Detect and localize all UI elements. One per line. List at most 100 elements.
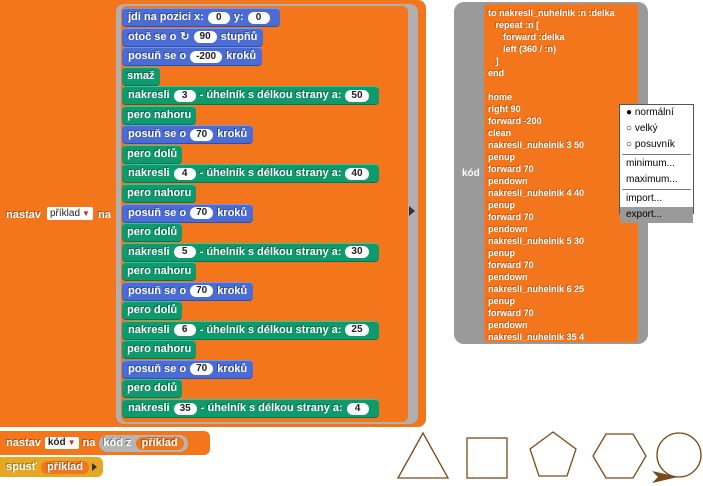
number-slot[interactable]: 50 xyxy=(345,89,369,102)
hexagon-shape xyxy=(592,433,647,479)
motion-block[interactable]: posuň se o 70 kroků xyxy=(122,359,254,379)
number-slot[interactable]: 0 xyxy=(207,11,230,24)
block-label: otoč se o xyxy=(128,30,177,43)
number-slot[interactable]: 3 xyxy=(173,89,196,102)
number-slot[interactable]: 0 xyxy=(247,11,270,24)
block-label: - úhelník s délkou strany a: xyxy=(199,323,342,336)
circle-shape xyxy=(656,432,702,478)
code-of-label: kód z xyxy=(103,436,132,449)
block-label: - úhelník s délkou strany a: xyxy=(199,89,342,102)
motion-block[interactable]: posuň se o -200 kroků xyxy=(122,47,263,67)
motion-block[interactable]: posuň se o 70 kroků xyxy=(122,203,254,223)
menu-item-large[interactable]: ○ velký xyxy=(620,121,693,137)
number-slot[interactable]: 35 xyxy=(173,402,197,415)
pen-block[interactable]: smaž xyxy=(122,66,160,86)
code-panel-label: kód xyxy=(462,168,480,179)
run-label: spusť xyxy=(6,460,37,473)
menu-separator xyxy=(622,154,691,155)
block-label: pero dolů xyxy=(127,304,178,317)
code-of-var[interactable]: příklad xyxy=(135,436,184,450)
block-label: nakresli xyxy=(128,402,170,414)
block-label: posuň se o xyxy=(128,206,187,219)
menu-item-import[interactable]: import... xyxy=(620,191,693,207)
number-slot[interactable]: -200 xyxy=(190,50,223,63)
block-label: pero nahoru xyxy=(127,265,192,278)
run-var[interactable]: příklad xyxy=(40,460,90,474)
block-label: pero nahoru xyxy=(127,343,192,356)
code-var-name: kód xyxy=(47,437,66,448)
block-label: kroků xyxy=(217,362,248,375)
stage-drawing xyxy=(396,431,702,483)
run-block[interactable]: spusť příklad xyxy=(0,457,103,477)
set-code-to-label: na xyxy=(82,436,96,449)
square-shape xyxy=(466,437,508,479)
menu-item-export[interactable]: export... xyxy=(620,207,693,223)
context-menu: ● normální ○ velký ○ posuvník minimum...… xyxy=(619,104,694,223)
block-label: kroků xyxy=(217,284,248,297)
set-example-label: nastav xyxy=(6,209,41,221)
dropdown-arrow-icon: ▼ xyxy=(82,209,90,218)
code-of-reporter[interactable]: kód z příklad xyxy=(99,434,188,452)
block-label: - úhelník s délkou strany a: xyxy=(200,402,343,414)
block-label: pero dolů xyxy=(127,382,178,395)
menu-item-minimum[interactable]: minimum... xyxy=(620,156,693,172)
number-slot[interactable]: 70 xyxy=(190,363,214,376)
dropdown-arrow-icon: ▼ xyxy=(67,438,76,447)
block-label: y: xyxy=(233,11,244,23)
pen-block[interactable]: nakresli 3- úhelník s délkou strany a: 50 xyxy=(122,86,379,106)
pen-block[interactable]: nakresli 35- úhelník s délkou strany a: 4 xyxy=(122,399,379,418)
block-label: nakresli xyxy=(128,323,170,336)
number-slot[interactable]: 90 xyxy=(193,31,217,44)
run-arrow-icon xyxy=(92,463,98,471)
number-slot[interactable]: 70 xyxy=(190,128,214,141)
block-label: stupňů xyxy=(220,30,258,43)
pen-block[interactable]: pero dolů xyxy=(122,379,183,399)
block-label: - úhelník s délkou strany a: xyxy=(199,245,342,258)
pen-block[interactable]: pero nahoru xyxy=(122,105,197,125)
block-label: - úhelník s délkou strany a: xyxy=(199,167,342,180)
number-slot[interactable]: 40 xyxy=(345,167,369,180)
block-label: nakresli xyxy=(128,245,170,258)
block-label: smaž xyxy=(127,69,155,82)
pen-block[interactable]: pero dolů xyxy=(122,223,183,243)
pentagon-shape xyxy=(529,431,577,477)
variable-dropdown[interactable]: příklad ▼ xyxy=(47,207,93,220)
number-slot[interactable]: 4 xyxy=(173,167,196,180)
block-label: posuň se o xyxy=(128,128,187,141)
menu-item-maximum[interactable]: maximum... xyxy=(620,172,693,188)
pen-block[interactable]: pero dolů xyxy=(122,144,183,164)
pen-block[interactable]: pero dolů xyxy=(122,301,183,321)
set-code-label: nastav xyxy=(6,436,41,449)
menu-item-normal[interactable]: ● normální xyxy=(620,105,693,121)
pen-block[interactable]: pero nahoru xyxy=(122,262,197,282)
block-label: pero nahoru xyxy=(127,186,192,199)
number-slot[interactable]: 5 xyxy=(173,246,196,259)
block-label: nakresli xyxy=(128,167,170,180)
menu-item-slider[interactable]: ○ posuvník xyxy=(620,137,693,153)
code-var-dropdown[interactable]: kód ▼ xyxy=(44,437,79,449)
number-slot[interactable]: 70 xyxy=(190,285,214,298)
pen-block[interactable]: nakresli 6- úhelník s délkou strany a: 25 xyxy=(122,320,379,340)
pen-block[interactable]: nakresli 4- úhelník s délkou strany a: 40 xyxy=(122,164,379,184)
pen-block[interactable]: nakresli 5- úhelník s délkou strany a: 30 xyxy=(122,242,379,262)
pen-block[interactable]: pero nahoru xyxy=(122,183,197,203)
expand-arrow-icon[interactable] xyxy=(409,206,415,216)
number-slot[interactable]: 6 xyxy=(173,324,196,337)
number-slot[interactable]: 30 xyxy=(345,246,369,259)
menu-separator xyxy=(622,189,691,190)
triangle-shape xyxy=(396,431,450,479)
block-label: posuň se o xyxy=(128,50,187,63)
number-slot[interactable]: 4 xyxy=(346,402,369,415)
number-slot[interactable]: 25 xyxy=(345,324,369,337)
pen-block[interactable]: pero nahoru xyxy=(122,340,197,360)
motion-block[interactable]: jdi na pozici x: 0 y: 0 xyxy=(122,8,280,27)
set-code-block[interactable]: nastav kód ▼ na kód z příklad xyxy=(0,431,210,455)
block-label: kroků xyxy=(217,128,248,141)
to-label: na xyxy=(98,209,111,221)
motion-block[interactable]: otoč se o ↻ 90 stupňů xyxy=(122,27,264,47)
number-slot[interactable]: 70 xyxy=(190,207,214,219)
motion-block[interactable]: posuň se o 70 kroků xyxy=(122,125,254,145)
logo-code-text: to nakresli_nuhelnik :n :delka repeat :n… xyxy=(488,8,615,342)
motion-block[interactable]: posuň se o 70 kroků xyxy=(122,281,254,301)
block-label: posuň se o xyxy=(128,362,187,375)
